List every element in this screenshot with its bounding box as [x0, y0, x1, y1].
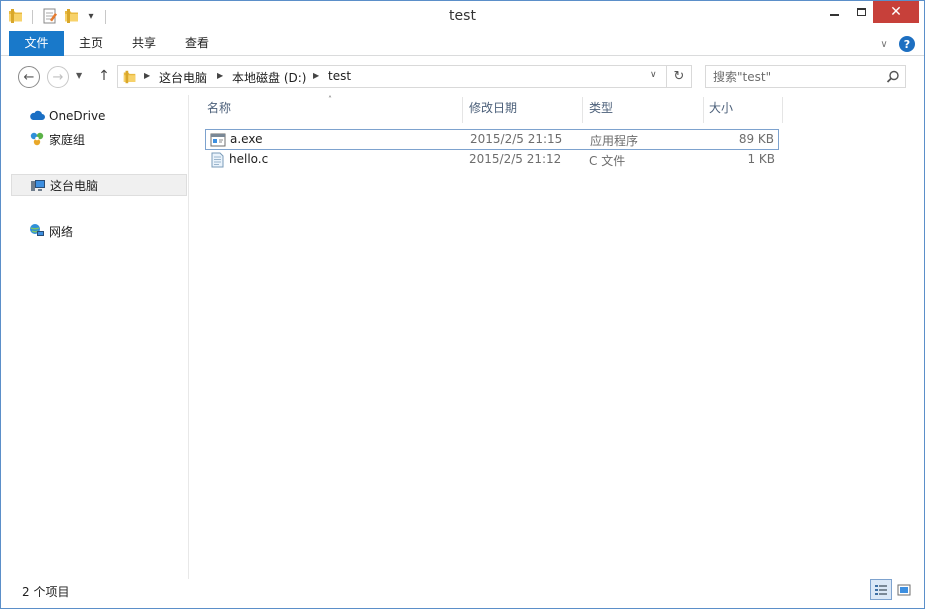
title-bar: ▾ test ✕: [1, 1, 924, 31]
breadcrumb-separator-icon[interactable]: ▶: [144, 71, 150, 80]
explorer-window: ▾ test ✕ 文件 主页 共享 查看 ∨ ? ← → ▼ ↑ ▶ 这台电脑 …: [0, 0, 925, 609]
maximize-button[interactable]: [849, 1, 873, 23]
sidebar-item-label: 网络: [49, 224, 74, 239]
quick-access-separator: [32, 10, 33, 24]
ribbon-tabs: 文件 主页 共享 查看 ∨ ?: [1, 31, 924, 56]
folder-icon: [122, 69, 138, 88]
file-row-a-exe[interactable]: a.exe 2015/2/5 21:15 应用程序 89 KB: [205, 129, 779, 150]
refresh-icon: ↻: [673, 69, 685, 84]
breadcrumb-this-pc[interactable]: 这台电脑: [159, 69, 207, 86]
new-folder-icon: [65, 9, 78, 23]
refresh-button[interactable]: ↻: [667, 65, 692, 88]
recent-locations-button[interactable]: ▼: [76, 71, 82, 80]
details-view-button[interactable]: [870, 579, 892, 600]
up-arrow-icon: ↑: [98, 68, 110, 84]
new-folder-quick-button[interactable]: [63, 6, 81, 26]
address-bar[interactable]: ▶ 这台电脑 ▶ 本地磁盘 (D:) ▶ test ∨: [117, 65, 667, 88]
file-name: hello.c: [229, 152, 269, 166]
network-icon: [30, 224, 44, 236]
file-type: 应用程序: [590, 134, 639, 148]
quick-access-separator-2: [105, 10, 106, 24]
forward-arrow-icon: →: [52, 69, 64, 85]
sidebar-item-onedrive[interactable]: OneDrive: [11, 105, 187, 127]
file-size: 1 KB: [747, 152, 775, 166]
properties-quick-button[interactable]: [41, 6, 59, 26]
sidebar-item-label: 这台电脑: [50, 178, 99, 193]
window-title: test: [449, 8, 476, 24]
sidebar-item-this-pc[interactable]: 这台电脑: [11, 174, 187, 196]
file-date-modified: 2015/2/5 21:12: [469, 152, 562, 166]
sort-ascending-icon: ˄: [328, 95, 332, 104]
tab-home[interactable]: 主页: [67, 31, 115, 56]
status-bar: 2 个项目: [1, 579, 924, 608]
minimize-button[interactable]: [819, 1, 849, 23]
close-icon: ✕: [890, 4, 902, 20]
close-button[interactable]: ✕: [873, 1, 919, 23]
breadcrumb-separator-icon[interactable]: ▶: [217, 71, 223, 80]
customize-quick-access-button[interactable]: ▾: [85, 6, 97, 26]
breadcrumb-test[interactable]: test: [328, 69, 351, 83]
item-count: 2 个项目: [22, 585, 70, 599]
tab-view[interactable]: 查看: [173, 31, 221, 56]
large-icons-view-button[interactable]: [894, 579, 914, 600]
breadcrumb-local-disk[interactable]: 本地磁盘 (D:): [232, 69, 306, 86]
exe-file-icon: [210, 133, 226, 147]
sidebar-item-network[interactable]: 网络: [11, 220, 187, 242]
expand-ribbon-button[interactable]: ∨: [877, 37, 891, 51]
sidebar-item-label: 家庭组: [49, 132, 86, 147]
file-list: ˄ 名称 修改日期 类型 大小 a.exe 2015/2/5 21:15 应用程…: [190, 95, 924, 579]
navigation-pane: OneDrive 家庭组 这台电脑 网络: [1, 95, 189, 579]
onedrive-icon: [30, 110, 45, 120]
computer-icon: [31, 180, 45, 191]
column-header-name[interactable]: 名称: [201, 101, 231, 123]
up-button[interactable]: ↑: [95, 67, 113, 85]
address-dropdown-icon[interactable]: ∨: [650, 70, 657, 80]
properties-icon: [43, 8, 57, 24]
tab-file[interactable]: 文件: [9, 31, 64, 56]
details-view-icon: [875, 584, 887, 595]
column-divider[interactable]: [782, 97, 783, 123]
column-header-type[interactable]: 类型: [583, 101, 613, 123]
search-icon[interactable]: [886, 70, 900, 84]
file-row-hello-c[interactable]: hello.c 2015/2/5 21:12 C 文件 1 KB: [205, 150, 779, 171]
dropdown-arrow-icon: ▼: [76, 71, 83, 80]
file-name: a.exe: [230, 132, 263, 146]
breadcrumb-separator-icon[interactable]: ▶: [313, 71, 319, 80]
chevron-down-icon: ∨: [880, 38, 888, 50]
sidebar-item-homegroup[interactable]: 家庭组: [11, 128, 187, 150]
maximize-icon: [856, 8, 866, 16]
help-icon: ?: [903, 37, 911, 51]
minimize-icon: [829, 14, 839, 16]
homegroup-icon: [30, 132, 44, 146]
file-type: C 文件: [589, 154, 626, 168]
column-header-date-modified[interactable]: 修改日期: [463, 101, 517, 123]
text-file-icon: [211, 152, 224, 168]
help-button[interactable]: ?: [899, 36, 915, 52]
navigation-bar: ← → ▼ ↑ ▶ 这台电脑 ▶ 本地磁盘 (D:) ▶ test ∨ ↻: [1, 57, 924, 95]
folder-icon: [7, 6, 25, 26]
search-box[interactable]: [705, 65, 906, 88]
file-date-modified: 2015/2/5 21:15: [470, 132, 563, 146]
forward-button[interactable]: →: [47, 66, 69, 88]
back-arrow-icon: ←: [23, 69, 35, 85]
tab-share[interactable]: 共享: [121, 31, 167, 56]
search-input[interactable]: [706, 66, 881, 87]
column-header-size[interactable]: 大小: [703, 101, 733, 123]
sidebar-item-label: OneDrive: [49, 109, 106, 123]
file-size: 89 KB: [738, 132, 774, 146]
large-icons-view-icon: [897, 584, 911, 595]
back-button[interactable]: ←: [18, 66, 40, 88]
